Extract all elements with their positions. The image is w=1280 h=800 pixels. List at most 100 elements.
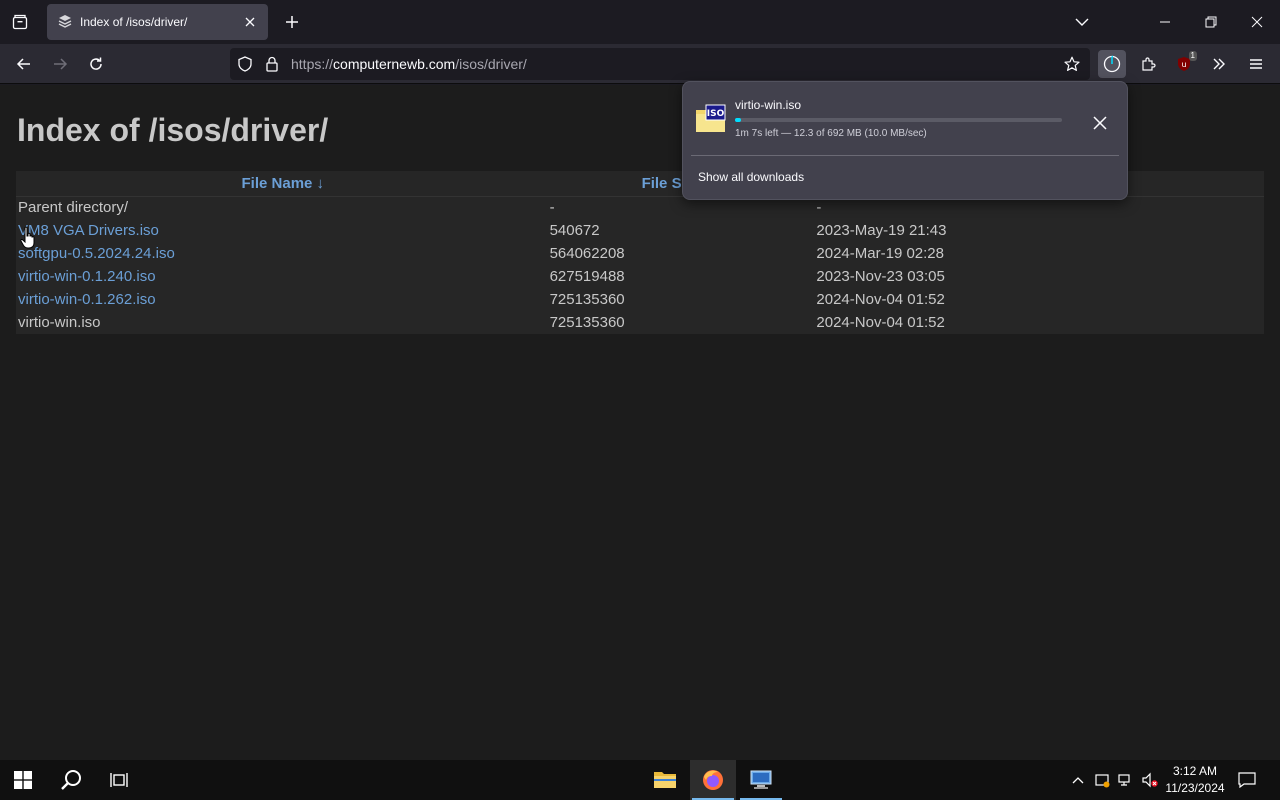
file-link[interactable]: virtio-win-0.1.262.iso <box>18 291 156 308</box>
volume-muted-tray-icon[interactable] <box>1140 770 1160 790</box>
cancel-download-button[interactable] <box>1087 110 1113 136</box>
url-scheme: https:// <box>291 56 334 72</box>
start-button[interactable] <box>0 760 46 800</box>
app-menu-button[interactable] <box>1242 50 1270 78</box>
search-icon <box>61 770 81 790</box>
plus-icon <box>286 16 298 28</box>
close-window-button[interactable] <box>1243 8 1271 36</box>
windows-logo-icon <box>14 771 32 789</box>
remote-viewer-taskbar-button[interactable] <box>738 760 784 800</box>
reload-button[interactable] <box>82 50 110 78</box>
file-date-cell: 2024-Mar-19 02:28 <box>816 245 944 262</box>
file-name-cell: softgpu-0.5.2024.24.iso <box>16 242 550 265</box>
restore-icon <box>1205 16 1217 28</box>
system-clock[interactable]: 3:12 AM 11/23/2024 <box>1162 763 1228 797</box>
file-date-cell: 2024-Nov-04 01:52 <box>816 291 945 308</box>
sort-by-name-link[interactable]: File Name ↓ <box>242 175 325 192</box>
search-button[interactable] <box>48 760 94 800</box>
panel-divider <box>691 155 1119 156</box>
file-explorer-taskbar-button[interactable] <box>642 760 688 800</box>
new-tab-button[interactable] <box>278 8 306 36</box>
forward-arrow-icon <box>54 58 68 70</box>
file-name-cell: virtio-win-0.1.262.iso <box>16 288 550 311</box>
url-path: /isos/driver/ <box>455 56 527 72</box>
file-name-cell: virtio-win.iso <box>16 311 550 334</box>
file-size-cell: 627519488 <box>549 268 625 285</box>
page-heading: Index of /isos/driver/ <box>17 112 329 148</box>
file-name-cell: virtio-win-0.1.240.iso <box>16 265 550 288</box>
tab-strip: Index of /isos/driver/ <box>0 0 1280 44</box>
lock-icon[interactable] <box>265 56 279 76</box>
tab-close-icon[interactable] <box>242 14 258 30</box>
file-size-cell: 540672 <box>549 222 600 239</box>
file-link[interactable]: Parent directory/ <box>18 199 128 216</box>
close-icon <box>1093 116 1107 130</box>
tab-title: Index of /isos/driver/ <box>80 15 188 29</box>
file-link[interactable]: softgpu-0.5.2024.24.iso <box>18 245 175 262</box>
download-progress-bar <box>735 118 1062 122</box>
file-link[interactable]: virtio-win-0.1.240.iso <box>18 268 156 285</box>
table-row: VM8 VGA Drivers.iso 540672 2023-May-19 21:… <box>16 219 1264 242</box>
downloads-button[interactable] <box>1098 50 1126 78</box>
more-tools-button[interactable] <box>1205 50 1233 78</box>
sort-by-size-link[interactable]: File S <box>642 175 682 192</box>
double-chevron-right-icon <box>1213 58 1225 70</box>
column-header-name[interactable]: File Name ↓ <box>16 171 550 197</box>
file-date-cell: 2024-Nov-04 01:52 <box>816 314 945 331</box>
download-progress-icon <box>1103 55 1121 73</box>
file-date-cell: 2023-Nov-23 03:05 <box>816 268 945 285</box>
url-bar[interactable]: https://computernewb.com/isos/driver/ <box>230 48 1090 80</box>
notification-icon <box>1238 772 1256 788</box>
forward-button[interactable] <box>46 50 74 78</box>
list-all-tabs-button[interactable] <box>1068 8 1096 36</box>
page-favicon-icon <box>57 14 73 30</box>
download-progress-fill <box>735 118 741 122</box>
iso-file-icon: ISO <box>695 104 727 134</box>
back-button[interactable] <box>10 50 38 78</box>
monitor-app-icon <box>750 770 772 789</box>
task-view-button[interactable] <box>96 760 142 800</box>
close-icon <box>1251 16 1263 28</box>
ublock-origin-button[interactable]: u 1 <box>1170 50 1198 78</box>
file-link[interactable]: virtio-win.iso <box>18 314 101 331</box>
file-date-cell: 2023-May-19 21:43 <box>816 222 947 239</box>
extensions-button[interactable] <box>1134 50 1162 78</box>
svg-text:ISO: ISO <box>707 109 725 119</box>
task-view-icon <box>110 773 128 787</box>
table-row: softgpu-0.5.2024.24.iso 564062208 2024-Mar… <box>16 242 1264 265</box>
firefox-icon <box>703 770 723 790</box>
url-text[interactable]: https://computernewb.com/isos/driver/ <box>291 48 527 80</box>
minimize-button[interactable] <box>1151 8 1179 36</box>
hamburger-menu-icon <box>1250 59 1262 69</box>
clock-time: 3:12 AM <box>1172 764 1218 778</box>
reload-icon <box>90 57 102 70</box>
security-tray-icon[interactable] <box>1092 770 1112 790</box>
clock-date: 11/23/2024 <box>1165 781 1225 795</box>
file-size-cell: 564062208 <box>549 245 625 262</box>
firefox-view-button[interactable] <box>6 8 34 36</box>
download-filename[interactable]: virtio-win.iso <box>735 98 801 112</box>
tracking-protection-shield-icon[interactable] <box>237 56 253 76</box>
show-hidden-icons-button[interactable] <box>1068 770 1088 790</box>
extension-badge: 1 <box>1188 51 1197 61</box>
chevron-down-icon <box>1075 18 1089 26</box>
navigation-toolbar: https://computernewb.com/isos/driver/ u … <box>0 44 1280 84</box>
restore-button[interactable] <box>1197 8 1225 36</box>
firefox-view-icon <box>12 14 28 30</box>
puzzle-icon <box>1142 57 1156 71</box>
action-center-button[interactable] <box>1237 770 1257 790</box>
file-link[interactable]: VM8 VGA Drivers.iso <box>18 222 159 239</box>
minimize-icon <box>1160 21 1170 23</box>
file-name-cell: VM8 VGA Drivers.iso <box>16 219 550 242</box>
file-name-cell: Parent directory/ <box>16 196 550 219</box>
downloads-panel: ISO virtio-win.iso 1m 7s left — 12.3 of … <box>682 81 1128 200</box>
hand-cursor-icon <box>20 226 35 249</box>
network-tray-icon[interactable] <box>1116 770 1136 790</box>
folder-icon <box>654 772 676 788</box>
bookmark-star-icon[interactable] <box>1064 56 1080 76</box>
file-size-cell: 725135360 <box>549 314 625 331</box>
firefox-taskbar-button[interactable] <box>690 760 736 800</box>
tab-active[interactable]: Index of /isos/driver/ <box>47 4 268 40</box>
show-all-downloads-button[interactable]: Show all downloads <box>698 170 804 184</box>
url-host: computernewb.com <box>333 56 456 72</box>
